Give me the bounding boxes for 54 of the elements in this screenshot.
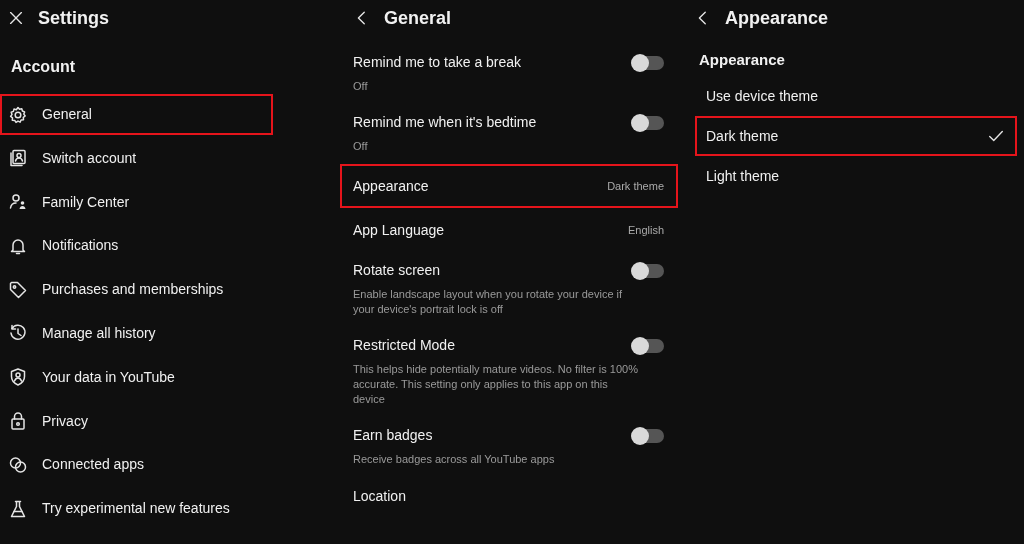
settings-menu-item[interactable]: Try experimental new features: [0, 488, 273, 530]
row-description: Enable landscape layout when you rotate your device if your device's portrait lock is off: [353, 287, 624, 317]
row-label: Earn badges: [353, 426, 433, 445]
section-heading: Account: [10, 57, 76, 77]
row-label: Remind me when it's bedtime: [353, 113, 537, 132]
settings-menu-item[interactable]: Purchases and memberships: [0, 269, 273, 311]
linked-circles-icon: [8, 454, 28, 475]
row-value: Dark theme: [607, 178, 664, 194]
row-description: This helps hide potentially mature videos. No filter is 100% accurate. This setting only applies to this app on this device: [353, 362, 638, 407]
theme-option[interactable]: Use device theme: [695, 76, 1017, 116]
settings-menu-item[interactable]: Family Center: [0, 181, 273, 223]
toggle-switch[interactable]: [632, 263, 664, 278]
toggle-switch[interactable]: [632, 115, 664, 130]
row-label: Location: [353, 486, 406, 506]
settings-menu-item[interactable]: Your data in YouTube: [0, 356, 273, 398]
row-label: Remind me to take a break: [353, 53, 522, 72]
settings-row[interactable]: Appearance Dark theme: [340, 164, 678, 208]
settings-menu-item[interactable]: Manage all history: [0, 313, 273, 354]
lock-icon: [8, 411, 28, 432]
settings-row[interactable]: Rotate screen Enable landscape layout when you rotate your device if your device's portrait lock is off: [340, 252, 678, 327]
row-description: Receive badges across all YouTube apps: [353, 452, 556, 467]
theme-option[interactable]: Dark theme: [695, 116, 1017, 156]
panel-title: Settings: [38, 6, 109, 30]
row-description: Off: [353, 79, 369, 94]
theme-option[interactable]: Light theme: [695, 156, 1017, 196]
settings-row[interactable]: App Language English: [340, 208, 678, 252]
settings-menu-item[interactable]: Connected apps: [0, 444, 273, 486]
row-description: Off: [353, 139, 369, 154]
settings-menu-item[interactable]: Switch account: [0, 137, 273, 179]
row-label: Rotate screen: [353, 261, 441, 280]
toggle-switch[interactable]: [632, 55, 664, 70]
settings-row[interactable]: Location: [340, 477, 678, 515]
row-label: App Language: [353, 220, 445, 240]
flask-icon: [8, 498, 28, 519]
settings-row[interactable]: Restricted Mode This helps hide potentially mature videos. No filter is 100% accurate. This setting only applies to this app on this device: [340, 327, 678, 417]
gear-icon: [8, 104, 28, 125]
panel-title: Appearance: [725, 6, 829, 30]
tag-icon: [8, 279, 28, 300]
settings-row[interactable]: Remind me when it's bedtime Off: [340, 104, 678, 164]
settings-menu-item[interactable]: Privacy: [0, 400, 273, 442]
panel-title: General: [384, 6, 452, 30]
settings-menu-item[interactable]: General: [0, 94, 273, 135]
row-label: Appearance: [353, 176, 429, 196]
row-value: English: [627, 222, 664, 238]
row-label: Restricted Mode: [353, 336, 455, 355]
shield-person-icon: [8, 367, 28, 388]
toggle-switch[interactable]: [632, 338, 664, 353]
section-heading: Appearance: [698, 50, 786, 70]
settings-menu-item[interactable]: Notifications: [0, 225, 273, 267]
settings-row[interactable]: Earn badges Receive badges across all YouTube apps: [340, 417, 678, 477]
toggle-switch[interactable]: [632, 428, 664, 443]
profile-card-icon: [8, 148, 28, 169]
settings-row[interactable]: Remind me to take a break Off: [340, 44, 678, 104]
close-icon: [7, 9, 25, 27]
